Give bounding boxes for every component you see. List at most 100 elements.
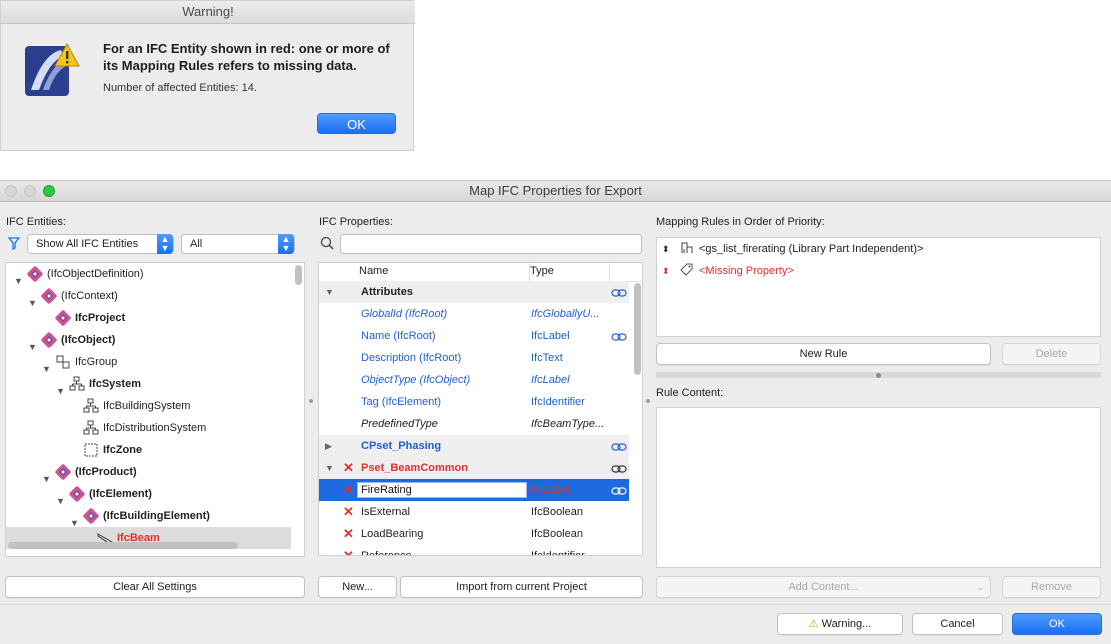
disclosure-triangle-icon[interactable]: ▼: [325, 281, 334, 303]
entity-filter-value: Show All IFC Entities: [36, 238, 139, 250]
tree-item[interactable]: ▼ IfcGroup: [6, 351, 291, 374]
add-content-select[interactable]: Add Content... ⌄: [656, 576, 991, 598]
reorder-handle-icon[interactable]: ⬍: [662, 260, 670, 282]
zoom-window-button[interactable]: [43, 185, 55, 197]
reorder-handle-icon[interactable]: ⬍: [662, 238, 670, 260]
property-row[interactable]: ✕ IsExternal IfcBoolean: [319, 501, 629, 523]
property-row[interactable]: ✕ LoadBearing IfcBoolean: [319, 523, 629, 545]
window-title: Map IFC Properties for Export: [0, 181, 1111, 202]
property-type: IfcBoolean: [531, 506, 583, 518]
tree-item[interactable]: ▼ IfcSystem: [6, 373, 291, 396]
close-window-button[interactable]: [5, 185, 17, 197]
ifc-class-icon: [41, 288, 57, 304]
property-row[interactable]: ObjectType (IfcObject) IfcLabel: [319, 369, 629, 391]
property-name: Reference: [361, 550, 412, 556]
warning-ok-button[interactable]: OK: [317, 113, 396, 134]
missing-data-x-icon: ✕: [343, 482, 354, 497]
scope-select[interactable]: All ▲ ▼: [181, 234, 295, 254]
cancel-button[interactable]: Cancel: [912, 613, 1003, 635]
tree-item[interactable]: IfcBuildingSystem: [6, 395, 291, 417]
ifc-class-icon: [55, 464, 71, 480]
right-splitter-handle[interactable]: [646, 399, 650, 403]
tree-item[interactable]: IfcZone: [6, 439, 291, 461]
tree-vertical-scrollbar[interactable]: [295, 265, 302, 285]
column-header-type[interactable]: Type: [530, 265, 554, 277]
property-row[interactable]: Description (IfcRoot) IfcText: [319, 347, 629, 369]
tree-item[interactable]: IfcProject: [6, 307, 291, 329]
disclosure-triangle-icon[interactable]: ▶: [325, 435, 332, 457]
disclosure-triangle-icon[interactable]: ▼: [325, 457, 334, 479]
properties-list[interactable]: Name Type ▼ Attributes GlobalId (IfcRoot) I…: [318, 262, 643, 556]
filter-icon[interactable]: [7, 237, 22, 251]
missing-data-x-icon: ✕: [343, 460, 354, 475]
tree-item[interactable]: ▼ (IfcContext): [6, 285, 291, 308]
properties-search-input[interactable]: [340, 234, 642, 254]
entities-label: IFC Entities:: [6, 216, 66, 228]
new-property-button[interactable]: New...: [318, 576, 397, 598]
search-icon: [320, 236, 336, 252]
new-rule-button[interactable]: New Rule: [656, 343, 991, 365]
tree-item-label: IfcBuildingSystem: [103, 400, 191, 412]
splitter-dot-icon: [876, 373, 881, 378]
affected-count: Number of affected Entities: 14.: [103, 82, 257, 94]
properties-header: Name Type: [319, 263, 642, 282]
column-header-name[interactable]: Name: [359, 265, 388, 277]
property-type: IfcLabel: [531, 374, 570, 386]
property-type: IfcText: [531, 352, 563, 364]
mapping-link-icon: [611, 461, 627, 475]
rule-row-missing[interactable]: ⬍ <Missing Property>: [657, 260, 1100, 282]
rule-content-area[interactable]: [656, 407, 1101, 568]
left-splitter-handle[interactable]: [309, 399, 313, 403]
clear-all-settings-button[interactable]: Clear All Settings: [5, 576, 305, 598]
tree-item-label: IfcSystem: [89, 378, 141, 390]
warning-title: Warning!: [1, 1, 415, 24]
mapping-link-icon: [611, 483, 627, 497]
mapping-rules-list[interactable]: ⬍ <gs_list_firerating (Library Part Inde…: [656, 237, 1101, 337]
tree-item[interactable]: ▼ (IfcObjectDefinition): [6, 263, 291, 286]
tree-item[interactable]: ▼ (IfcBuildingElement): [6, 505, 291, 528]
entity-filter-select[interactable]: Show All IFC Entities ▲ ▼: [27, 234, 174, 254]
archicad-warning-icon: [23, 42, 81, 100]
property-name: ObjectType (IfcObject): [361, 374, 471, 386]
property-type: IfcBoolean: [531, 528, 583, 540]
property-name: Tag (IfcElement): [361, 396, 442, 408]
property-type: IfcBeamType...: [531, 418, 605, 430]
warning-button[interactable]: ⚠ Warning...: [777, 613, 903, 635]
property-row[interactable]: ✕ FireRating IfcLabel: [319, 479, 629, 501]
warning-dialog: Warning! For an IFC Entity shown in red:…: [0, 0, 415, 151]
tree-item-label: (IfcObjectDefinition): [47, 268, 144, 280]
property-row[interactable]: Tag (IfcElement) IfcIdentifier: [319, 391, 629, 413]
property-row[interactable]: ✕ Reference IfcIdentifier: [319, 545, 629, 556]
property-name: IsExternal: [361, 506, 410, 518]
tree-item-label: (IfcObject): [61, 334, 116, 346]
remove-content-button[interactable]: Remove: [1002, 576, 1101, 598]
property-name: LoadBearing: [361, 528, 424, 540]
entity-tree[interactable]: ▼ (IfcObjectDefinition) ▼ (IfcContext) IfcPr…: [5, 262, 305, 557]
rule-row[interactable]: ⬍ <gs_list_firerating (Library Part Inde…: [657, 238, 1100, 260]
minimize-window-button[interactable]: [24, 185, 36, 197]
property-row[interactable]: PredefinedType IfcBeamType...: [319, 413, 629, 435]
missing-data-x-icon: ✕: [343, 526, 354, 541]
property-group-row[interactable]: ▼ ✕ Pset_BeamCommon: [319, 457, 629, 479]
rule-content-label: Rule Content:: [656, 387, 724, 399]
map-ifc-properties-window: Map IFC Properties for Export IFC Entiti…: [0, 180, 1111, 644]
property-group-row[interactable]: ▶ CPset_Phasing: [319, 435, 629, 457]
import-from-project-button[interactable]: Import from current Project: [400, 576, 643, 598]
tree-item[interactable]: ▼ (IfcElement): [6, 483, 291, 506]
properties-label: IFC Properties:: [319, 216, 393, 228]
delete-rule-button[interactable]: Delete: [1002, 343, 1101, 365]
tree-horizontal-scrollbar[interactable]: [8, 542, 238, 549]
system-icon: [83, 420, 99, 436]
warning-button-label: Warning...: [821, 618, 872, 630]
property-row[interactable]: Name (IfcRoot) IfcLabel: [319, 325, 629, 347]
property-name: FireRating: [361, 484, 412, 496]
warning-message: For an IFC Entity shown in red: one or m…: [103, 41, 390, 73]
tree-item[interactable]: ▼ (IfcProduct): [6, 461, 291, 484]
ok-button[interactable]: OK: [1012, 613, 1102, 635]
property-group-row[interactable]: ▼ Attributes: [319, 281, 629, 303]
ifc-class-icon: [41, 332, 57, 348]
tree-item[interactable]: IfcDistributionSystem: [6, 417, 291, 439]
properties-scrollbar[interactable]: [634, 283, 641, 375]
tree-item[interactable]: ▼ (IfcObject): [6, 329, 291, 352]
property-row[interactable]: GlobalId (IfcRoot) IfcGloballyU...: [319, 303, 629, 325]
